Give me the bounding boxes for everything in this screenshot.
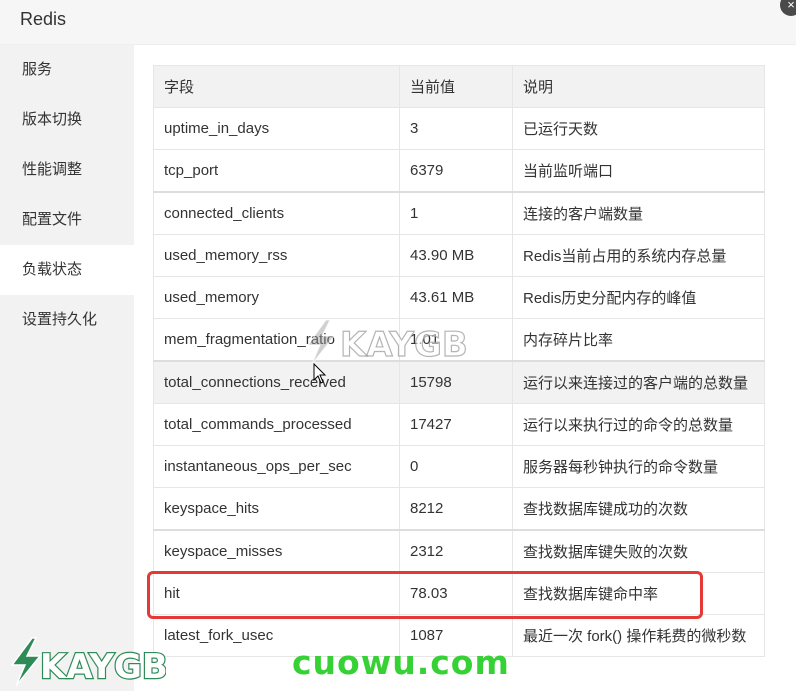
cuowu-watermark: cuowu.com (292, 643, 510, 682)
table-row: total_connections_received 15798 运行以来连接过… (153, 360, 765, 404)
table-row: tcp_port 6379 当前监听端口 (153, 149, 765, 193)
cell-description: 查找数据库键失败的次数 (512, 529, 765, 573)
sidebar-item-service[interactable]: 服务 (0, 45, 134, 95)
cell-description: 服务器每秒钟执行的命令数量 (512, 445, 765, 488)
column-header-value: 当前值 (399, 65, 513, 108)
cell-description: 连接的客户端数量 (512, 191, 765, 235)
table-row: keyspace_misses 2312 查找数据库键失败的次数 (153, 529, 765, 573)
close-icon[interactable]: × (780, 0, 796, 16)
cell-description: 查找数据库键成功的次数 (512, 487, 765, 531)
column-header-field: 字段 (153, 65, 400, 108)
kaygb-logo: KAYGB (10, 637, 166, 688)
cell-field: keyspace_misses (153, 529, 400, 573)
sidebar-item-version-switch[interactable]: 版本切换 (0, 95, 134, 145)
sidebar-item-performance[interactable]: 性能调整 (0, 145, 134, 195)
cell-field: used_memory (153, 276, 400, 319)
cell-value: 1 (399, 191, 513, 235)
cell-value: 0 (399, 445, 513, 488)
sidebar: 服务 版本切换 性能调整 配置文件 负载状态 设置持久化 (0, 45, 134, 691)
cell-value: 43.90 MB (399, 234, 513, 277)
table-row-hit: hit 78.03 查找数据库键命中率 (153, 572, 765, 615)
table-row: keyspace_hits 8212 查找数据库键成功的次数 (153, 487, 765, 531)
cell-description: Redis当前占用的系统内存总量 (512, 234, 765, 277)
cell-value: 6379 (399, 149, 513, 193)
cell-field: used_memory_rss (153, 234, 400, 277)
cell-field: uptime_in_days (153, 107, 400, 150)
cell-field: connected_clients (153, 191, 400, 235)
table-row: mem_fragmentation_ratio 1.01 内存碎片比率 (153, 318, 765, 362)
kaygb-logo-text: KAYGB (40, 647, 166, 687)
cell-description: 内存碎片比率 (512, 318, 765, 362)
status-table: 字段 当前值 说明 uptime_in_days 3 已运行天数 tcp_por… (153, 65, 765, 657)
sidebar-item-config-file[interactable]: 配置文件 (0, 195, 134, 245)
cell-value: 78.03 (399, 572, 513, 615)
table-row: connected_clients 1 连接的客户端数量 (153, 191, 765, 235)
cell-field: mem_fragmentation_ratio (153, 318, 400, 362)
cell-value: 1.01 (399, 318, 513, 362)
sidebar-item-load-status[interactable]: 负载状态 (0, 245, 134, 295)
cell-description: 当前监听端口 (512, 149, 765, 193)
cell-description: 已运行天数 (512, 107, 765, 150)
table-row: instantaneous_ops_per_sec 0 服务器每秒钟执行的命令数… (153, 445, 765, 488)
cell-field: tcp_port (153, 149, 400, 193)
cell-value: 43.61 MB (399, 276, 513, 319)
sidebar-item-persistence[interactable]: 设置持久化 (0, 295, 134, 345)
main-content: 字段 当前值 说明 uptime_in_days 3 已运行天数 tcp_por… (134, 45, 796, 691)
cell-value: 8212 (399, 487, 513, 531)
cell-value: 2312 (399, 529, 513, 573)
cell-description: 最近一次 fork() 操作耗费的微秒数 (512, 614, 765, 657)
table-header-row: 字段 当前值 说明 (153, 65, 765, 108)
title-bar: Redis × (0, 0, 796, 45)
cell-value: 3 (399, 107, 513, 150)
table-row: used_memory_rss 43.90 MB Redis当前占用的系统内存总… (153, 234, 765, 277)
cell-field: total_connections_received (153, 360, 400, 404)
cell-field: keyspace_hits (153, 487, 400, 531)
column-header-description: 说明 (512, 65, 765, 108)
table-row: used_memory 43.61 MB Redis历史分配内存的峰值 (153, 276, 765, 319)
cell-field: instantaneous_ops_per_sec (153, 445, 400, 488)
cell-value: 15798 (399, 360, 513, 404)
table-row: total_commands_processed 17427 运行以来执行过的命… (153, 403, 765, 446)
cell-field: hit (153, 572, 400, 615)
cell-description: Redis历史分配内存的峰值 (512, 276, 765, 319)
cell-description: 查找数据库键命中率 (512, 572, 765, 615)
cell-field: total_commands_processed (153, 403, 400, 446)
window-title: Redis (20, 9, 67, 29)
cell-description: 运行以来连接过的客户端的总数量 (512, 360, 765, 404)
cell-description: 运行以来执行过的命令的总数量 (512, 403, 765, 446)
cell-value: 17427 (399, 403, 513, 446)
table-row: uptime_in_days 3 已运行天数 (153, 107, 765, 150)
